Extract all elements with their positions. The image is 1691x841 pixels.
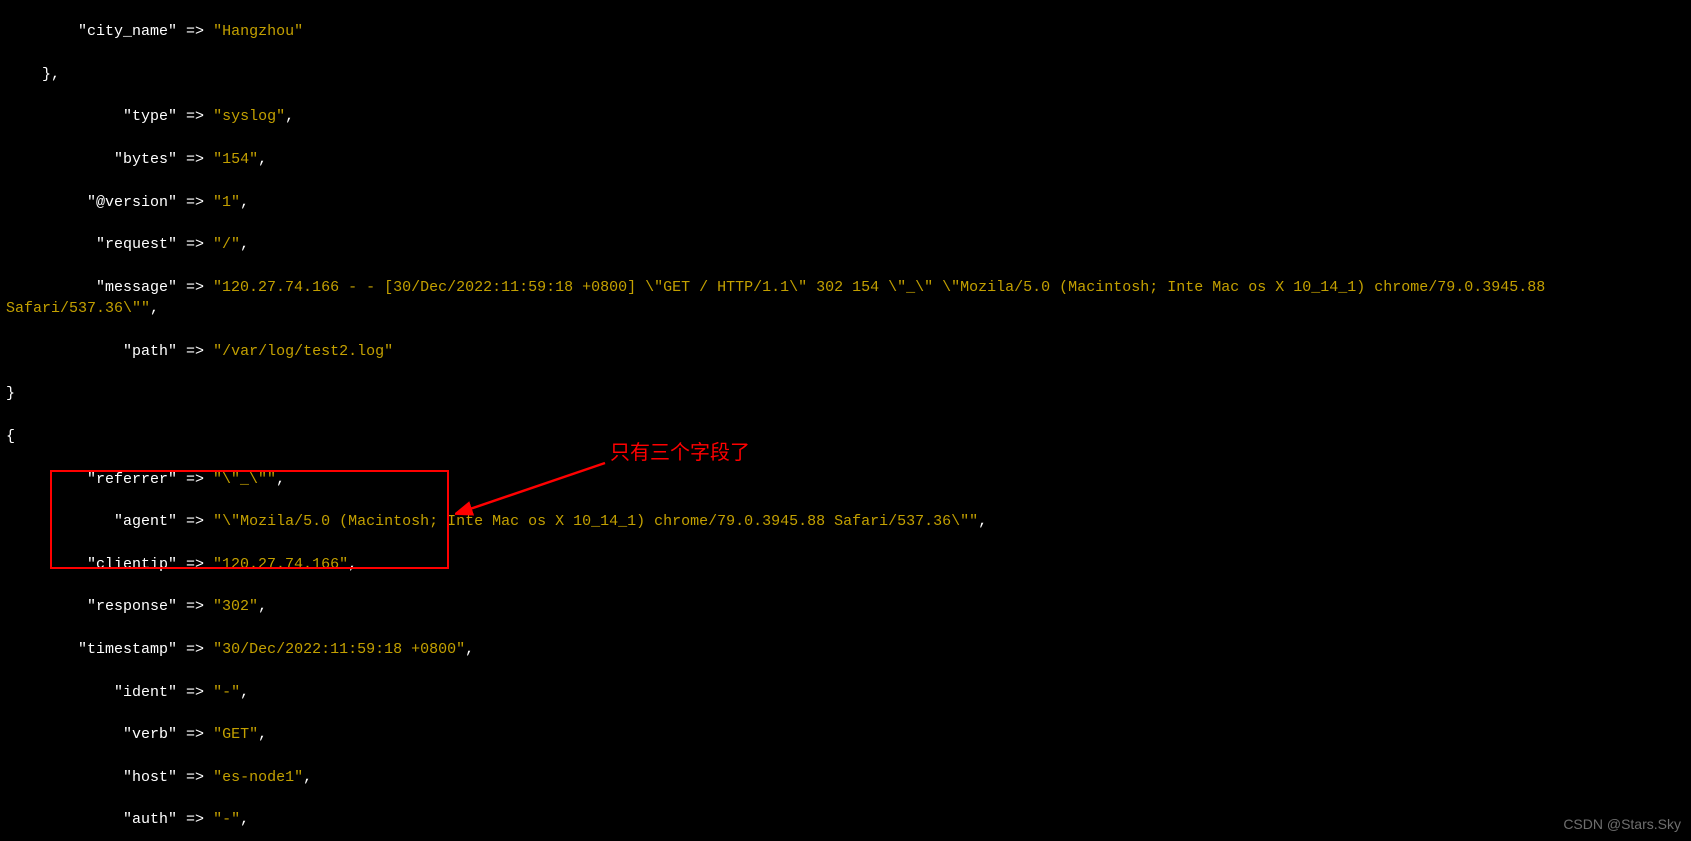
log-line: "type" => "syslog", [6, 106, 1685, 127]
log-line: "response" => "302", [6, 596, 1685, 617]
log-line: "bytes" => "154", [6, 149, 1685, 170]
log-line: "auth" => "-", [6, 809, 1685, 830]
log-line: "request" => "/", [6, 234, 1685, 255]
log-line: "message" => "120.27.74.166 - - [30/Dec/… [6, 277, 1685, 320]
log-line: "verb" => "GET", [6, 724, 1685, 745]
log-line: "referrer" => "\"_\"", [6, 469, 1685, 490]
log-line: } [6, 383, 1685, 404]
log-line: { [6, 426, 1685, 447]
watermark: CSDN @Stars.Sky [1563, 814, 1681, 835]
log-line: "city_name" => "Hangzhou" [6, 21, 1685, 42]
annotation-label: 只有三个字段了 [610, 443, 750, 464]
log-line: "agent" => "\"Mozila/5.0 (Macintosh; Int… [6, 511, 1685, 532]
log-line: "@version" => "1", [6, 192, 1685, 213]
log-line: }, [6, 64, 1685, 85]
log-line: "timestamp" => "30/Dec/2022:11:59:18 +08… [6, 639, 1685, 660]
log-line: "ident" => "-", [6, 682, 1685, 703]
log-line: "host" => "es-node1", [6, 767, 1685, 788]
log-line: "path" => "/var/log/test2.log" [6, 341, 1685, 362]
log-line: "clientip" => "120.27.74.166", [6, 554, 1685, 575]
terminal-output: "city_name" => "Hangzhou" }, "type" => "… [0, 0, 1691, 841]
